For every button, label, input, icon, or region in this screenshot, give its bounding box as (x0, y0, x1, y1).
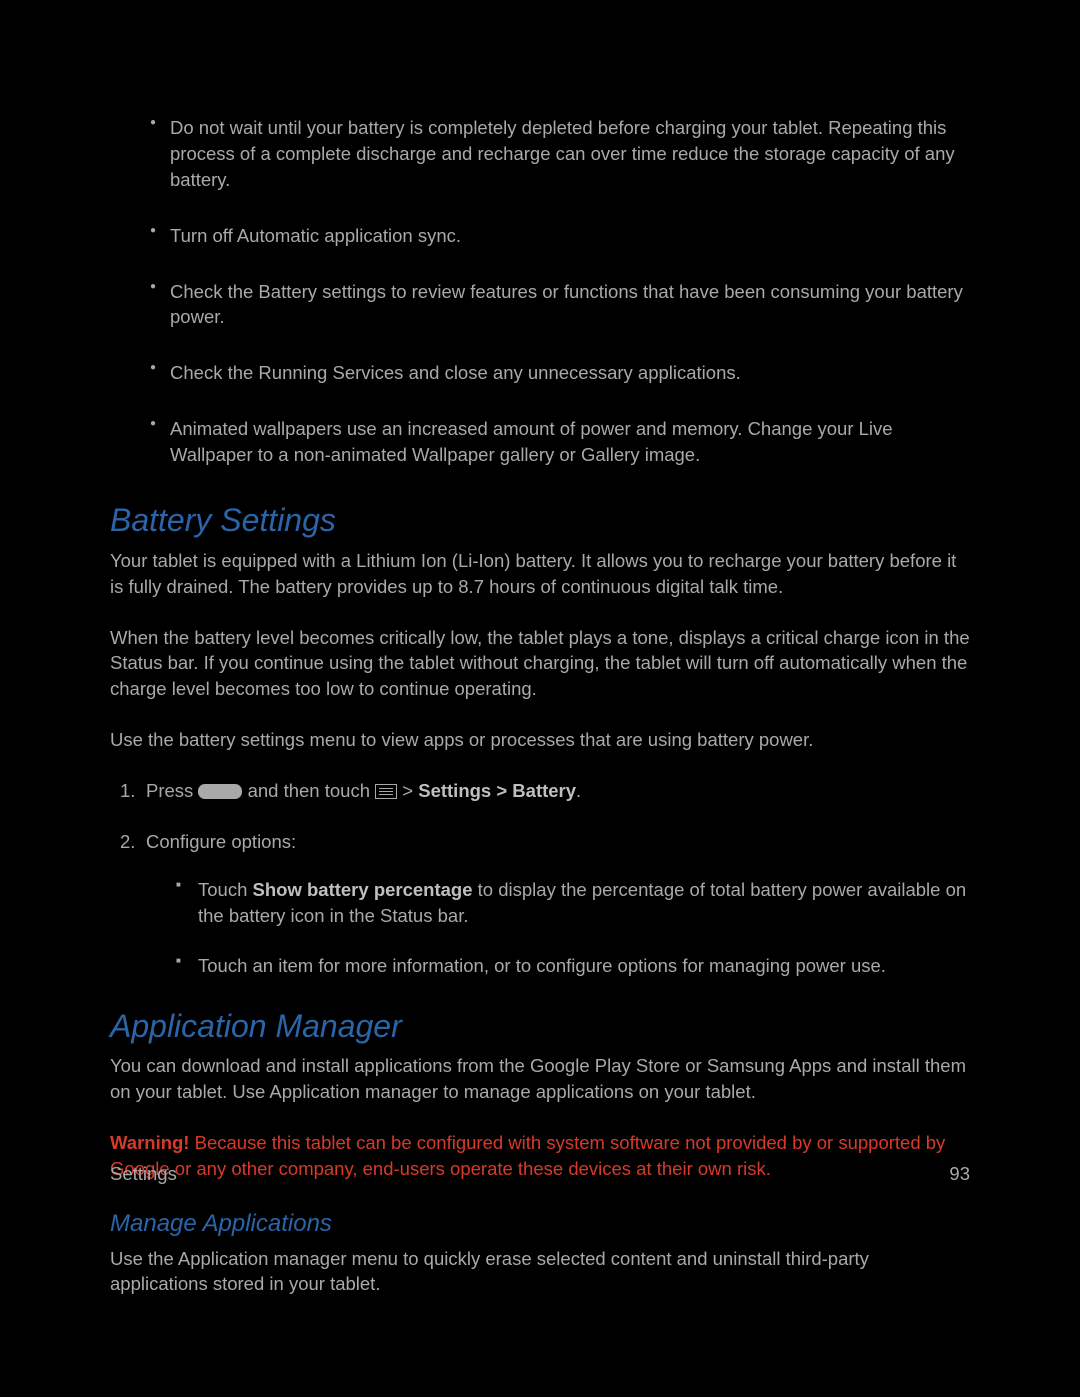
tip-text: Animated wallpapers use an increased amo… (170, 418, 893, 465)
list-item: Turn off Automatic application sync. (170, 223, 970, 249)
step-item: Configure options: Touch Show battery pe… (146, 829, 970, 979)
body-text: You can download and install application… (110, 1053, 970, 1105)
sub-text: Touch an item for more information, or t… (198, 955, 886, 976)
section-heading-application-manager: Application Manager (110, 1004, 970, 1049)
body-text: When the battery level becomes criticall… (110, 625, 970, 703)
sub-item: Touch an item for more information, or t… (176, 953, 970, 979)
list-item: Check the Running Services and close any… (170, 360, 970, 386)
step-text: Configure options: (146, 831, 296, 852)
body-text: Use the Application manager menu to quic… (110, 1246, 970, 1298)
footer-page-number: 93 (949, 1161, 970, 1187)
tip-text: Do not wait until your battery is comple… (170, 117, 955, 190)
step-item: Press and then touch > Settings > Batter… (146, 778, 970, 804)
footer-section-name: Settings (110, 1161, 177, 1187)
menu-icon (375, 784, 397, 799)
step-text: . (576, 780, 581, 801)
tip-text: Turn off Automatic application sync. (170, 225, 461, 246)
step-text: and then touch (242, 780, 375, 801)
body-text: Your tablet is equipped with a Lithium I… (110, 548, 970, 600)
sub-item: Touch Show battery percentage to display… (176, 877, 970, 929)
home-button-icon (198, 784, 242, 799)
section-heading-battery-settings: Battery Settings (110, 498, 970, 543)
battery-tips-list: Do not wait until your battery is comple… (110, 115, 970, 468)
sub-options-list: Touch Show battery percentage to display… (176, 877, 970, 979)
list-item: Animated wallpapers use an increased amo… (170, 416, 970, 468)
list-item: Do not wait until your battery is comple… (170, 115, 970, 193)
tip-text: Check the Battery settings to review fea… (170, 281, 963, 328)
tip-text: Check the Running Services and close any… (170, 362, 741, 383)
page-footer: Settings 93 (110, 1161, 970, 1187)
step-text: Press (146, 780, 198, 801)
step-text: > (397, 780, 418, 801)
body-text: Use the battery settings menu to view ap… (110, 727, 970, 753)
document-page: Do not wait until your battery is comple… (0, 0, 1080, 1397)
nav-path-bold: Settings > Battery (418, 780, 576, 801)
list-item: Check the Battery settings to review fea… (170, 279, 970, 331)
steps-list: Press and then touch > Settings > Batter… (110, 778, 970, 978)
subsection-heading-manage-applications: Manage Applications (110, 1207, 970, 1241)
sub-text: Touch (198, 879, 253, 900)
warning-label: Warning! (110, 1132, 189, 1153)
option-bold: Show battery percentage (253, 879, 473, 900)
